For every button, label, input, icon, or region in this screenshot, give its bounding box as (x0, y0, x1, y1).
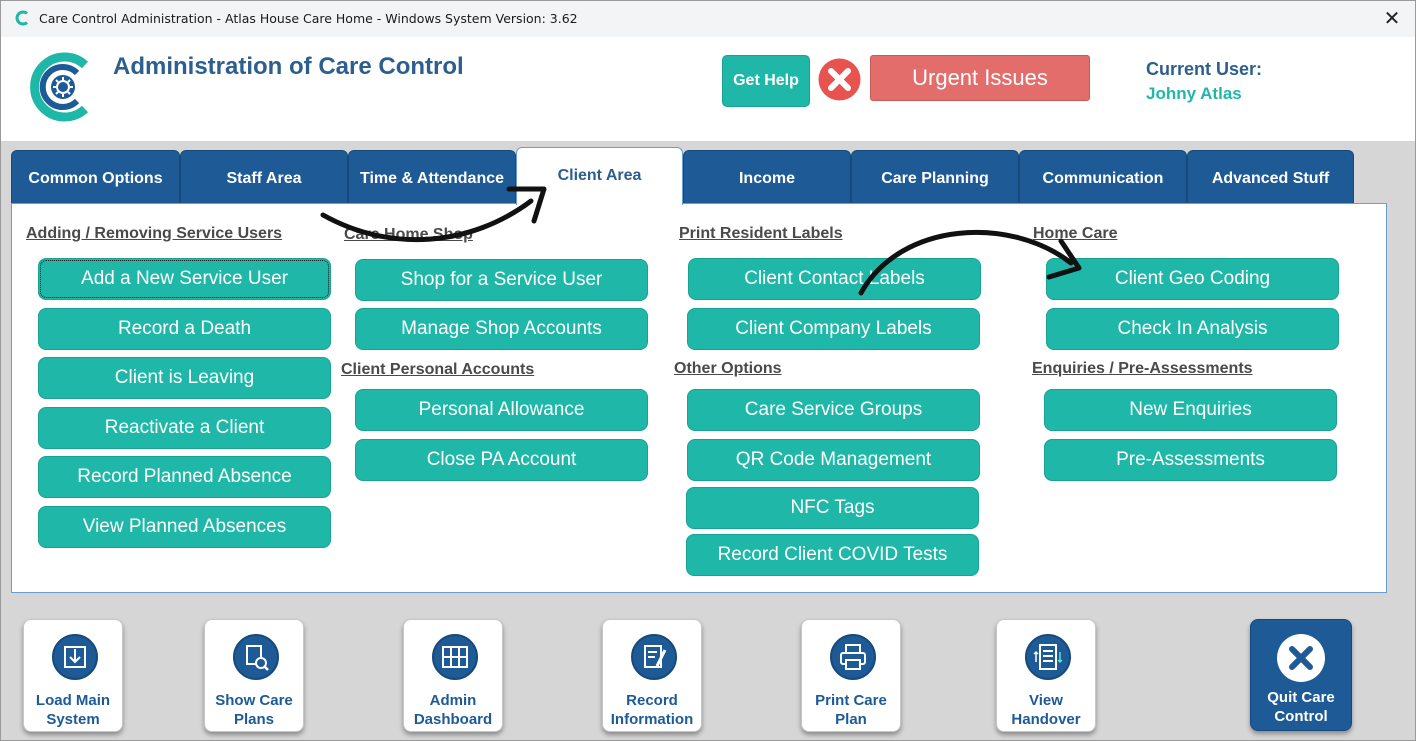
add-new-service-user-button[interactable]: Add a New Service User (38, 258, 331, 300)
personal-allowance-button[interactable]: Personal Allowance (355, 389, 648, 431)
get-help-button[interactable]: Get Help (722, 55, 810, 107)
section-title-client-personal-accounts: Client Personal Accounts (341, 361, 535, 378)
section-title-other-options: Other Options (674, 360, 782, 377)
edit-document-icon (631, 634, 677, 680)
client-area-panel: Adding / Removing Service Users Add a Ne… (11, 203, 1387, 593)
tab-advanced-stuff[interactable]: Advanced Stuff (1187, 150, 1354, 205)
handover-list-icon (1025, 634, 1071, 680)
printer-icon (830, 634, 876, 680)
header: Administration of Care Control Get Help … (1, 37, 1415, 141)
show-care-plans-button[interactable]: Show Care Plans (204, 619, 304, 732)
show-care-plans-label: Show Care Plans (215, 692, 293, 728)
shop-for-service-user-button[interactable]: Shop for a Service User (355, 259, 648, 301)
print-care-plan-button[interactable]: Print Care Plan (801, 619, 901, 732)
record-death-button[interactable]: Record a Death (38, 308, 331, 350)
tab-care-planning[interactable]: Care Planning (851, 150, 1019, 205)
load-main-system-button[interactable]: Load Main System (23, 619, 123, 732)
tab-income[interactable]: Income (683, 150, 851, 205)
section-title-home-care: Home Care (1033, 225, 1118, 242)
check-in-analysis-button[interactable]: Check In Analysis (1046, 308, 1339, 350)
reactivate-client-button[interactable]: Reactivate a Client (38, 407, 331, 449)
client-contact-labels-button[interactable]: Client Contact Labels (688, 258, 981, 300)
new-enquiries-button[interactable]: New Enquiries (1044, 389, 1337, 431)
admin-dashboard-label: Admin Dashboard (413, 692, 493, 728)
section-title-enquiries: Enquiries / Pre-Assessments (1032, 360, 1253, 377)
view-handover-button[interactable]: View Handover (996, 619, 1096, 732)
window-title: Care Control Administration - Atlas Hous… (39, 11, 578, 26)
pre-assessments-button[interactable]: Pre-Assessments (1044, 439, 1337, 481)
close-pa-account-button[interactable]: Close PA Account (355, 439, 648, 481)
client-geo-coding-button[interactable]: Client Geo Coding (1046, 258, 1339, 300)
qr-code-management-button[interactable]: QR Code Management (687, 439, 980, 481)
tab-time-attendance[interactable]: Time & Attendance (348, 150, 516, 205)
admin-dashboard-button[interactable]: Admin Dashboard (403, 619, 503, 732)
page-title: Administration of Care Control (113, 53, 464, 80)
title-bar: Care Control Administration - Atlas Hous… (1, 1, 1415, 37)
care-control-logo (30, 52, 89, 122)
record-information-label: Record Information (610, 692, 694, 728)
record-information-button[interactable]: Record Information (602, 619, 702, 732)
tab-strip: Common Options Staff Area Time & Attenda… (11, 147, 1391, 205)
current-user-name: Johny Atlas (1146, 84, 1242, 103)
current-user-label: Current User: (1146, 59, 1263, 79)
view-handover-label: View Handover (1011, 692, 1081, 728)
client-leaving-button[interactable]: Client is Leaving (38, 357, 331, 399)
app-window: Care Control Administration - Atlas Hous… (0, 0, 1416, 741)
tab-communication[interactable]: Communication (1019, 150, 1187, 205)
care-service-groups-button[interactable]: Care Service Groups (687, 389, 980, 431)
section-title-care-home-shop: Care Home Shop (344, 226, 473, 243)
quit-care-control-button[interactable]: Quit Care Control (1250, 619, 1352, 731)
client-company-labels-button[interactable]: Client Company Labels (687, 308, 980, 350)
tab-common-options[interactable]: Common Options (11, 150, 180, 205)
app-logo-icon (15, 10, 28, 26)
document-search-icon (233, 634, 279, 680)
quit-care-control-label: Quit Care Control (1267, 689, 1335, 725)
tab-client-area[interactable]: Client Area (516, 147, 683, 205)
load-main-system-label: Load Main System (35, 692, 111, 728)
dismiss-icon[interactable] (817, 57, 862, 102)
nfc-tags-button[interactable]: NFC Tags (686, 487, 979, 529)
record-planned-absence-button[interactable]: Record Planned Absence (38, 456, 331, 498)
close-circle-icon (1277, 634, 1325, 682)
section-title-adding-removing: Adding / Removing Service Users (26, 225, 283, 242)
window-close-button[interactable]: ✕ (1379, 6, 1405, 32)
dashboard-icon (432, 634, 478, 680)
urgent-issues-button[interactable]: Urgent Issues (870, 55, 1090, 101)
manage-shop-accounts-button[interactable]: Manage Shop Accounts (355, 308, 648, 350)
section-title-print-resident-labels: Print Resident Labels (679, 225, 843, 242)
tab-staff-area[interactable]: Staff Area (180, 150, 348, 205)
view-planned-absences-button[interactable]: View Planned Absences (38, 506, 331, 548)
print-care-plan-label: Print Care Plan (815, 692, 887, 728)
download-icon (52, 634, 98, 680)
record-client-covid-tests-button[interactable]: Record Client COVID Tests (686, 534, 979, 576)
